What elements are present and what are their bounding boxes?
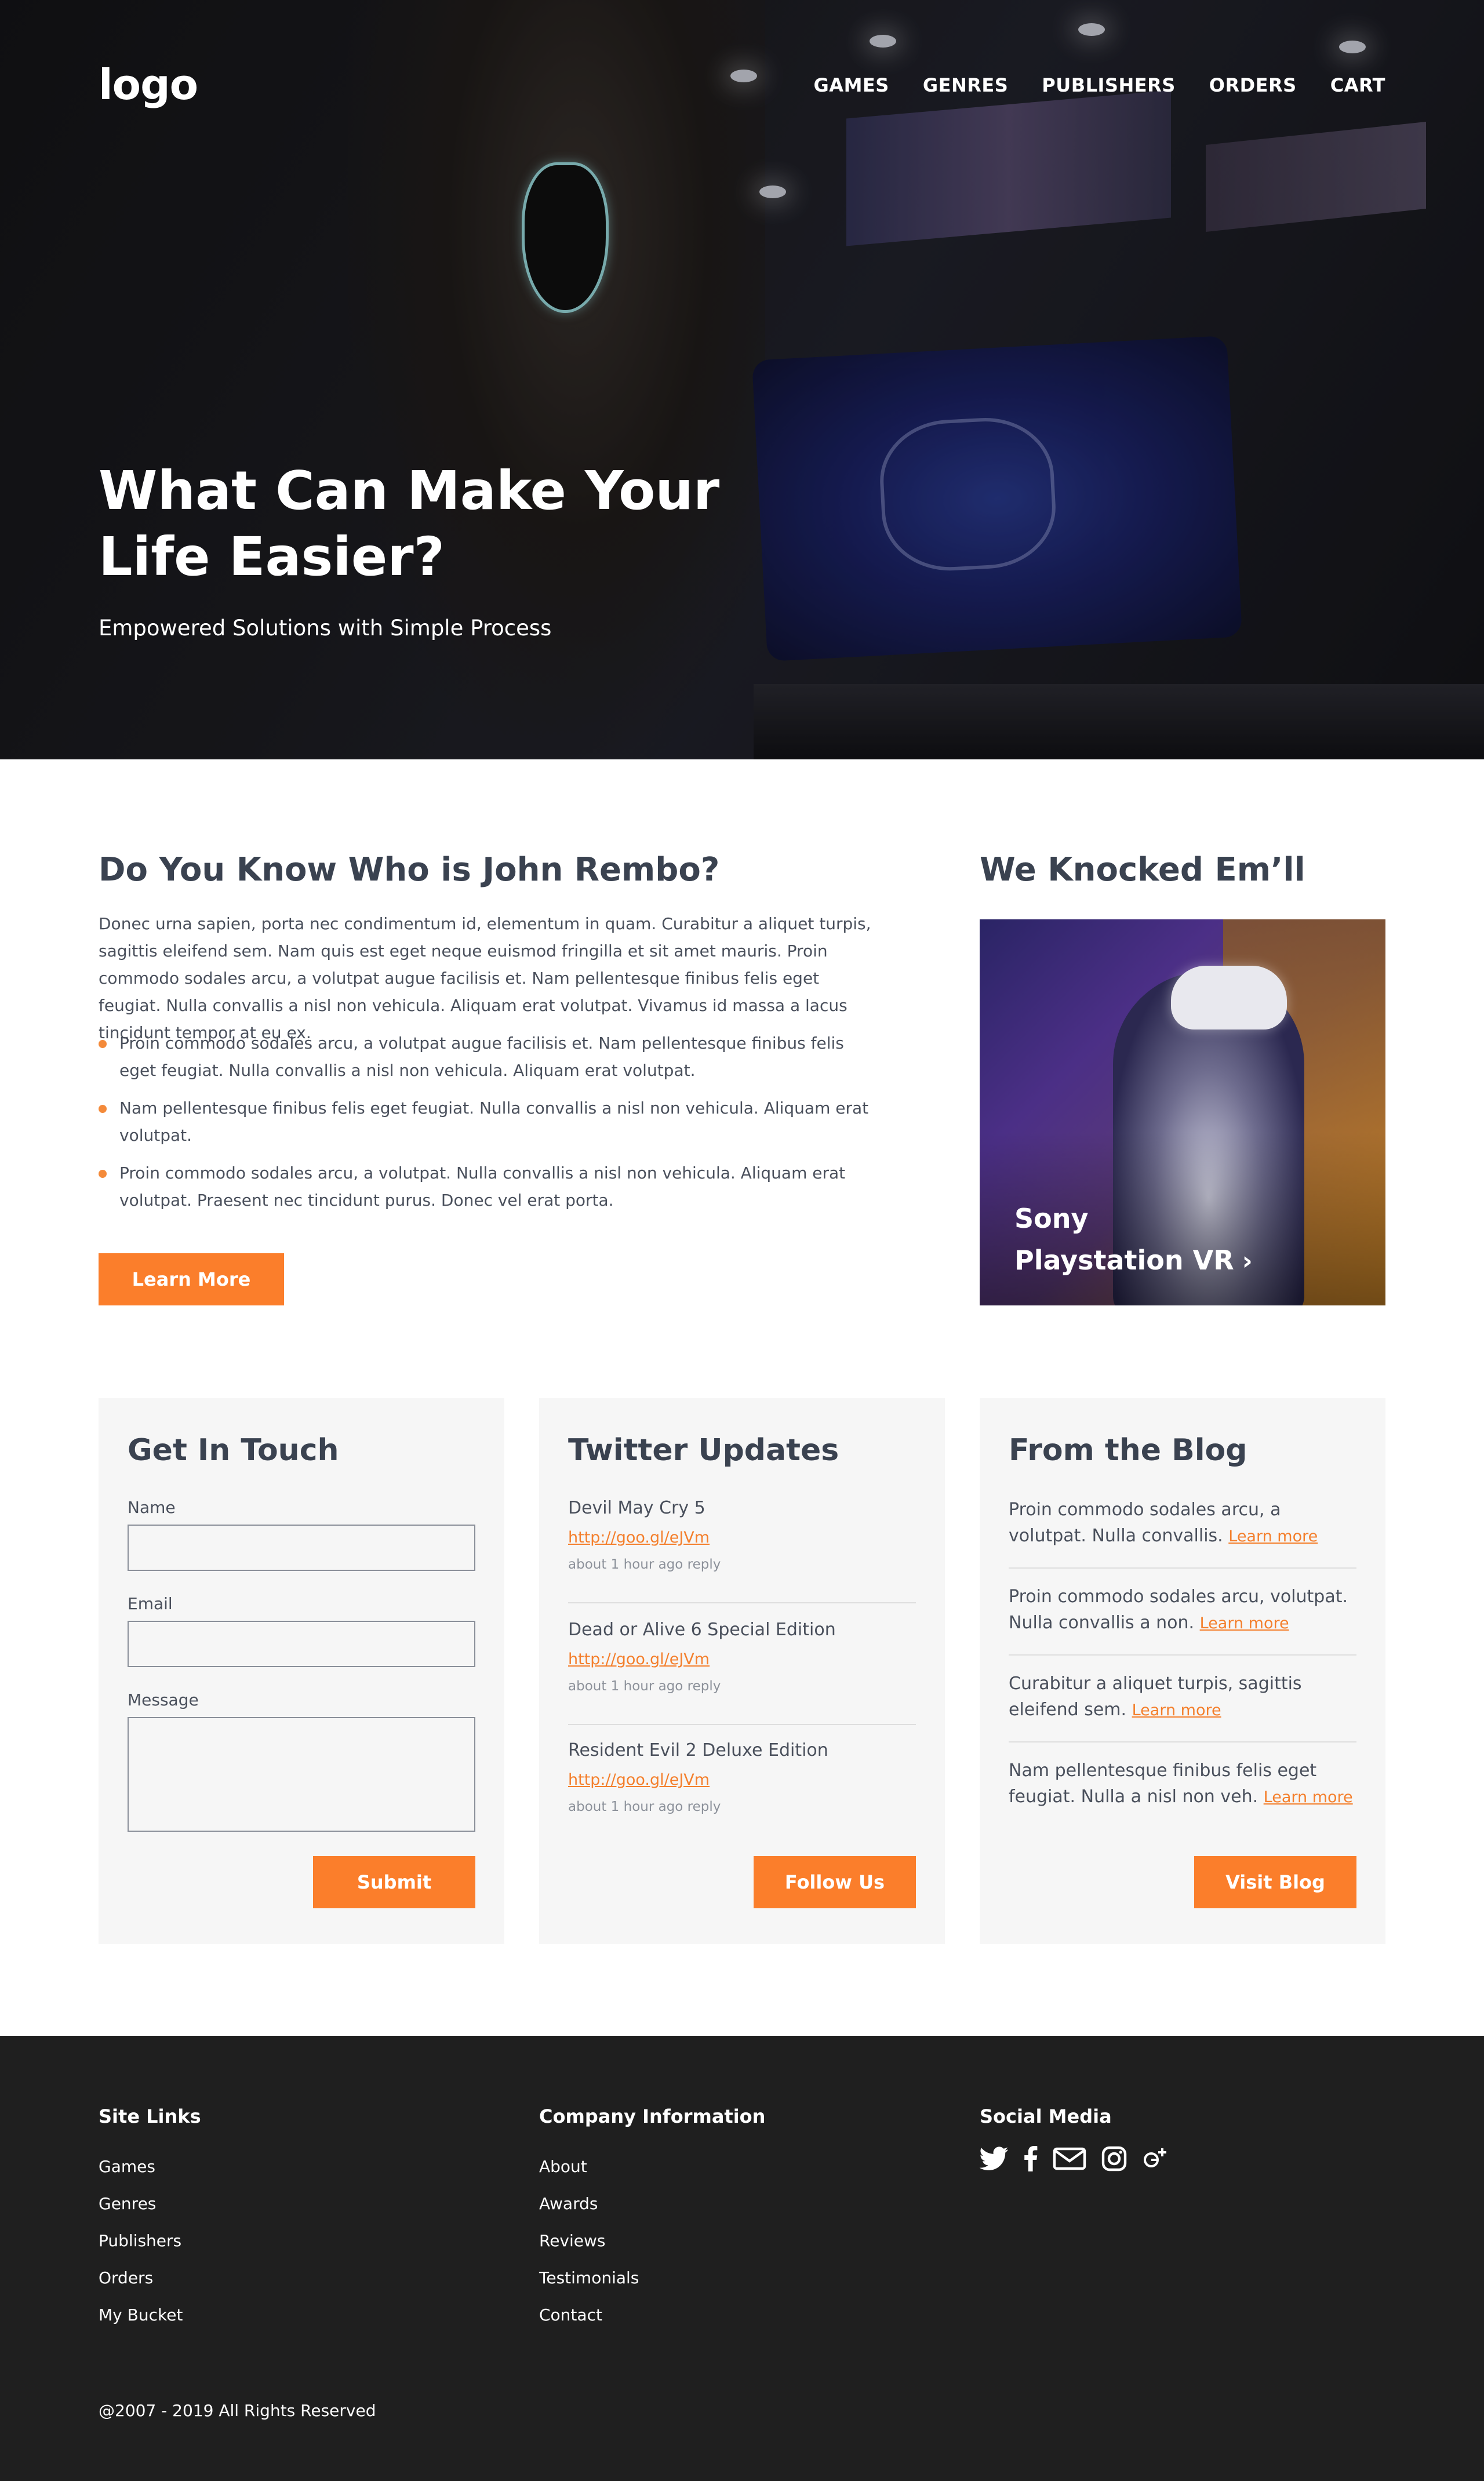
learn-more-link[interactable]: Learn more xyxy=(1132,1701,1221,1719)
name-label: Name xyxy=(128,1498,176,1517)
footer-link-reviews[interactable]: Reviews xyxy=(539,2222,639,2260)
hero-subtitle: Empowered Solutions with Simple Process xyxy=(99,616,552,641)
featured-caption: Sony Playstation VR › xyxy=(1014,1198,1253,1282)
list-item: Proin commodo sodales arcu, volutpat. Nu… xyxy=(1009,1584,1356,1636)
nav-item-orders[interactable]: ORDERS xyxy=(1209,74,1297,96)
instagram-icon[interactable] xyxy=(1101,2146,1127,2171)
divider xyxy=(568,1602,916,1603)
list-item: Resident Evil 2 Deluxe Edition http://go… xyxy=(568,1740,916,1814)
twitter-icon[interactable] xyxy=(980,2147,1009,2171)
list-item: Devil May Cry 5 http://goo.gl/eJVm about… xyxy=(568,1498,916,1572)
bullet-dot-icon xyxy=(99,1105,107,1113)
footer-link-publishers[interactable]: Publishers xyxy=(99,2222,183,2260)
hero-overlay xyxy=(0,0,1484,759)
divider xyxy=(1009,1654,1356,1656)
blog-title: From the Blog xyxy=(1009,1433,1247,1468)
tweet-link[interactable]: http://goo.gl/eJVm xyxy=(568,1650,916,1668)
footer-link-about[interactable]: About xyxy=(539,2148,639,2185)
facebook-icon[interactable] xyxy=(1024,2146,1038,2171)
footer-heading-social: Social Media xyxy=(980,2105,1112,2127)
name-field[interactable] xyxy=(128,1525,475,1571)
bullet-text: Proin commodo sodales arcu, a volutpat. … xyxy=(119,1163,846,1210)
nav-item-genres[interactable]: GENRES xyxy=(923,74,1008,96)
learn-more-button[interactable]: Learn More xyxy=(99,1253,284,1305)
nav-item-games[interactable]: GAMES xyxy=(814,74,889,96)
bullet-dot-icon xyxy=(99,1170,107,1178)
bullet-dot-icon xyxy=(99,1040,107,1048)
footer-company-links: About Awards Reviews Testimonials Contac… xyxy=(539,2148,639,2334)
blog-card: From the Blog Proin commodo sodales arcu… xyxy=(980,1398,1385,1944)
footer: Site Links Games Genres Publishers Order… xyxy=(0,2036,1484,2481)
list-item: Curabitur a aliquet turpis, sagittis ele… xyxy=(1009,1671,1356,1723)
list-item: Proin commodo sodales arcu, a volutpat. … xyxy=(99,1159,875,1214)
nav-item-publishers[interactable]: PUBLISHERS xyxy=(1042,74,1176,96)
visit-blog-button[interactable]: Visit Blog xyxy=(1194,1856,1356,1908)
social-icons xyxy=(980,2146,1167,2171)
footer-link-testimonials[interactable]: Testimonials xyxy=(539,2260,639,2297)
footer-link-awards[interactable]: Awards xyxy=(539,2185,639,2222)
tweet-text: Dead or Alive 6 Special Edition xyxy=(568,1620,836,1640)
about-title: Do You Know Who is John Rembo? xyxy=(99,851,720,889)
bullet-text: Proin commodo sodales arcu, a volutpat a… xyxy=(119,1034,844,1080)
footer-link-contact[interactable]: Contact xyxy=(539,2297,639,2334)
email-field[interactable] xyxy=(128,1621,475,1667)
featured-title: We Knocked Em’ll xyxy=(980,851,1305,889)
hero-title: What Can Make Your Life Easier? xyxy=(99,460,720,588)
blog-excerpt: Proin commodo sodales arcu, volutpat. Nu… xyxy=(1009,1587,1348,1633)
featured-caption-brand: Sony xyxy=(1014,1203,1089,1234)
bullet-text: Nam pellentesque finibus felis eget feug… xyxy=(119,1098,869,1145)
footer-site-links: Games Genres Publishers Orders My Bucket xyxy=(99,2148,183,2334)
contact-title: Get In Touch xyxy=(128,1433,339,1468)
footer-heading-site-links: Site Links xyxy=(99,2105,201,2127)
featured-product-card[interactable]: Sony Playstation VR › xyxy=(980,919,1385,1305)
tweet-meta: about 1 hour ago reply xyxy=(568,1799,721,1814)
tweet-meta: about 1 hour ago reply xyxy=(568,1557,721,1572)
footer-link-orders[interactable]: Orders xyxy=(99,2260,183,2297)
divider xyxy=(568,1724,916,1725)
main-nav: GAMES GENRES PUBLISHERS ORDERS CART xyxy=(814,74,1385,96)
message-label: Message xyxy=(128,1690,199,1709)
mail-icon[interactable] xyxy=(1053,2147,1086,2170)
chevron-right-icon: › xyxy=(1242,1246,1253,1276)
nav-item-cart[interactable]: CART xyxy=(1330,74,1385,96)
list-item: Dead or Alive 6 Special Edition http://g… xyxy=(568,1620,916,1694)
tweet-link[interactable]: http://goo.gl/eJVm xyxy=(568,1529,916,1547)
footer-link-games[interactable]: Games xyxy=(99,2148,183,2185)
logo[interactable]: logo xyxy=(99,60,198,109)
list-item: Nam pellentesque finibus felis eget feug… xyxy=(1009,1758,1356,1810)
submit-button[interactable]: Submit xyxy=(313,1856,475,1908)
divider xyxy=(1009,1741,1356,1742)
about-body: Donec urna sapien, porta nec condimentum… xyxy=(99,914,871,1042)
contact-card: Get In Touch Name Email Message Submit xyxy=(99,1398,504,1944)
divider xyxy=(1009,1567,1356,1569)
twitter-card: Twitter Updates Devil May Cry 5 http://g… xyxy=(539,1398,945,1944)
footer-heading-company: Company Information xyxy=(539,2105,766,2127)
tweet-link[interactable]: http://goo.gl/eJVm xyxy=(568,1771,916,1789)
tweet-text: Resident Evil 2 Deluxe Edition xyxy=(568,1740,828,1760)
learn-more-link[interactable]: Learn more xyxy=(1200,1614,1289,1632)
hero-section: logo GAMES GENRES PUBLISHERS ORDERS CART… xyxy=(0,0,1484,759)
featured-caption-product: Playstation VR xyxy=(1014,1245,1234,1276)
learn-more-link[interactable]: Learn more xyxy=(1264,1788,1353,1806)
google-plus-icon[interactable] xyxy=(1142,2146,1167,2171)
footer-link-genres[interactable]: Genres xyxy=(99,2185,183,2222)
tweet-text: Devil May Cry 5 xyxy=(568,1498,705,1518)
list-item: Proin commodo sodales arcu, a volutpat a… xyxy=(99,1029,875,1084)
email-label: Email xyxy=(128,1594,173,1613)
message-field[interactable] xyxy=(128,1717,475,1832)
about-bullet-list: Proin commodo sodales arcu, a volutpat a… xyxy=(99,1029,875,1224)
list-item: Proin commodo sodales arcu, a volutpat. … xyxy=(1009,1497,1356,1549)
list-item: Nam pellentesque finibus felis eget feug… xyxy=(99,1094,875,1149)
tweet-meta: about 1 hour ago reply xyxy=(568,1679,721,1694)
learn-more-link[interactable]: Learn more xyxy=(1228,1527,1318,1545)
copyright-text: @2007 - 2019 All Rights Reserved xyxy=(99,2401,376,2420)
footer-link-my-bucket[interactable]: My Bucket xyxy=(99,2297,183,2334)
twitter-title: Twitter Updates xyxy=(568,1433,839,1468)
follow-us-button[interactable]: Follow Us xyxy=(754,1856,916,1908)
